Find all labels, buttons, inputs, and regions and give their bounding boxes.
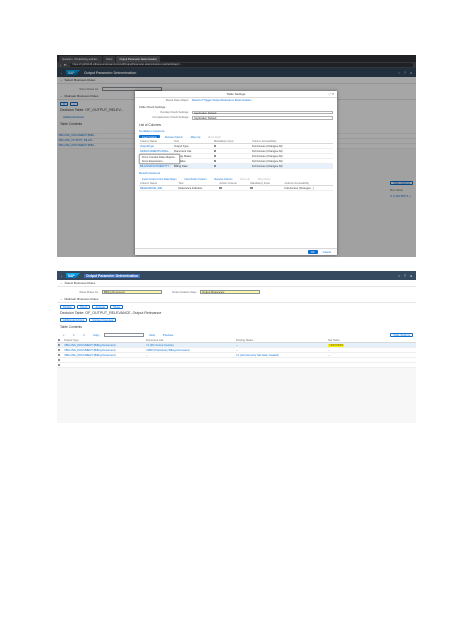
row-checkbox[interactable] <box>58 353 61 356</box>
browser-tab-active[interactable]: Output Parameter Determination <box>116 56 160 62</box>
copy-button[interactable]: Copy <box>90 332 103 337</box>
maintain-rules-section[interactable]: ⌄ Maintain Business Rules <box>57 296 416 303</box>
insert-from-data-object-button[interactable]: Insert Column From Data Object <box>139 176 180 181</box>
mandatory-checkbox[interactable] <box>214 149 217 153</box>
display-button[interactable]: Display <box>60 304 75 309</box>
mandatory-checkbox[interactable] <box>250 186 253 190</box>
filter-row: Show Rules for: Billing Document Determi… <box>57 287 416 296</box>
sap-logo: SAP <box>66 273 80 278</box>
dropdown-item[interactable]: From Context Data Objects... <box>140 155 179 159</box>
cancel-button[interactable]: Cancel <box>319 250 334 254</box>
result-data-object-link[interactable]: Result of Trigger Output Relevance Deter… <box>192 99 251 102</box>
insert-action-column-button[interactable]: Insert Action Column <box>181 176 210 181</box>
determination-step-select[interactable]: Output Relevance <box>200 289 260 294</box>
dialog-title: Table Settings <box>226 92 246 96</box>
row-checkbox[interactable] <box>58 348 61 351</box>
row-checkbox[interactable] <box>58 358 61 361</box>
section-title: Select Business Rules <box>64 281 96 285</box>
resize-icon[interactable]: ⤢ ✕ <box>328 92 334 96</box>
share-button[interactable]: Share <box>110 304 124 309</box>
table-settings-dialog: Table Settings ⤢ ✕ Result Data Object: Res… <box>135 91 337 255</box>
delete-icon[interactable]: ✕ <box>79 332 89 337</box>
edit-icon[interactable]: ✎ <box>69 332 78 337</box>
table-contents-title: Table Contents <box>57 323 416 331</box>
mandatory-checkbox[interactable] <box>214 144 217 148</box>
column-name-cell[interactable]: RELEVANCE_IND <box>139 185 178 192</box>
table-settings-button[interactable]: Table Settings <box>390 332 413 337</box>
app-title: Output Parameter Determination <box>84 273 141 278</box>
decision-table: Output Type Document Cat. Posting Status… <box>57 338 416 368</box>
result-columns-table: Column Name Text Action Column Mandatory In… <box>139 181 333 192</box>
context-overview-button[interactable]: Context Overview <box>89 317 117 322</box>
overlap-label: Overlap Check Settings: <box>160 110 189 114</box>
back-icon[interactable]: ‹ <box>61 274 62 278</box>
rules-toolbar: Display Check Activate Share <box>57 303 416 310</box>
mandatory-checkbox[interactable] <box>214 159 217 163</box>
chevron-down-icon[interactable]: ⌄ <box>60 297 63 301</box>
section-title: Maintain Business Rules <box>64 297 99 301</box>
show-rules-select[interactable]: Billing Document <box>102 289 162 294</box>
result-data-object-label: Result Data Object: <box>165 99 189 102</box>
row-checkbox[interactable] <box>58 343 61 346</box>
move-up-button[interactable]: Move Up <box>187 134 204 139</box>
action-checkbox[interactable] <box>219 186 222 190</box>
previous-button[interactable]: Previous <box>159 332 177 337</box>
activate-button[interactable]: Activate <box>92 304 108 309</box>
avatar[interactable]: ● <box>410 274 412 278</box>
screenshot-table-settings: Question - Predefining and Err... Inbox … <box>57 55 416 257</box>
completeness-label: Completeness Check Settings: <box>152 116 189 120</box>
search-icon[interactable]: ⌕ <box>398 274 400 278</box>
additional-actions-button[interactable]: Additional Actions <box>60 317 88 322</box>
table-row-selected[interactable]: BILLINGDOCUMENTTY... Billing Date Full Acc… <box>139 163 333 170</box>
determination-step-label: Determination Step: <box>172 289 197 294</box>
table-row-empty[interactable] <box>57 362 416 368</box>
remove-column-button[interactable]: Remove Column <box>161 134 186 139</box>
url-field[interactable]: https://my301146.s4hana.ondemand.com/ui#… <box>69 63 413 67</box>
next-button[interactable]: Next <box>146 332 158 337</box>
overlap-select[interactable]: Application Default <box>192 110 333 114</box>
mandatory-checkbox[interactable] <box>214 154 217 158</box>
move-down-button[interactable]: Move Down <box>205 134 224 139</box>
row-checkbox[interactable] <box>58 363 61 366</box>
remove-column-button[interactable]: Remove Column <box>211 176 236 181</box>
select-rules-section[interactable]: ⌄ Select Business Rules <box>57 280 416 287</box>
reload-icon[interactable]: ↻ <box>64 63 67 67</box>
table-toolbar: + ✎ ✕ Copy Next Previous Table Settings <box>57 331 416 338</box>
screenshot-decision-table: ‹ SAP Output Parameter Determination ⌕? ●… <box>57 271 416 423</box>
show-rules-label: Show Rules for: <box>79 289 99 294</box>
accessibility-cell[interactable]: Full Access (Changes All) <box>251 163 333 170</box>
help-icon[interactable]: ? <box>404 274 406 278</box>
text-cell: Billing Date <box>173 163 213 170</box>
add-row-icon[interactable]: + <box>60 332 68 337</box>
mandatory-checkbox[interactable] <box>214 164 217 168</box>
browser-tab-strip: Question - Predefining and Err... Inbox … <box>57 55 416 62</box>
select-all-checkbox[interactable] <box>58 338 61 341</box>
dropdown-item[interactable]: From Expression... <box>140 159 179 163</box>
check-button[interactable]: Check <box>76 304 91 309</box>
column-name-cell[interactable]: BILLINGDOCUMENTTY... <box>139 163 173 170</box>
text-cell: Relevance Indicator <box>177 185 219 192</box>
decision-toolbar: Additional Actions Context Overview <box>57 316 416 323</box>
accessibility-cell[interactable]: Full Access (Changes...) <box>283 185 333 192</box>
ok-button[interactable]: OK <box>307 250 318 254</box>
dialog-footer: OK Cancel <box>135 248 337 255</box>
move-up-button[interactable]: Move Up <box>237 176 253 181</box>
browser-tab[interactable]: Question - Predefining and Err... <box>59 56 103 62</box>
completeness-select[interactable]: Application Default <box>192 116 333 120</box>
insert-column-button[interactable]: Insert Column <box>139 134 160 139</box>
chevron-down-icon[interactable]: ⌄ <box>60 281 63 285</box>
search-input[interactable] <box>104 332 145 337</box>
browser-tab[interactable]: Inbox <box>103 56 116 62</box>
insert-column-dropdown: From Context Data Objects... From Expres… <box>139 154 180 165</box>
shellbar: ‹ SAP Output Parameter Determination ⌕? ● <box>57 271 416 280</box>
move-down-button[interactable]: Move Down <box>254 176 274 181</box>
table-row[interactable]: RELEVANCE_IND Relevance Indicator Full Acc… <box>139 185 333 192</box>
back-icon[interactable]: ‹ <box>60 63 61 67</box>
